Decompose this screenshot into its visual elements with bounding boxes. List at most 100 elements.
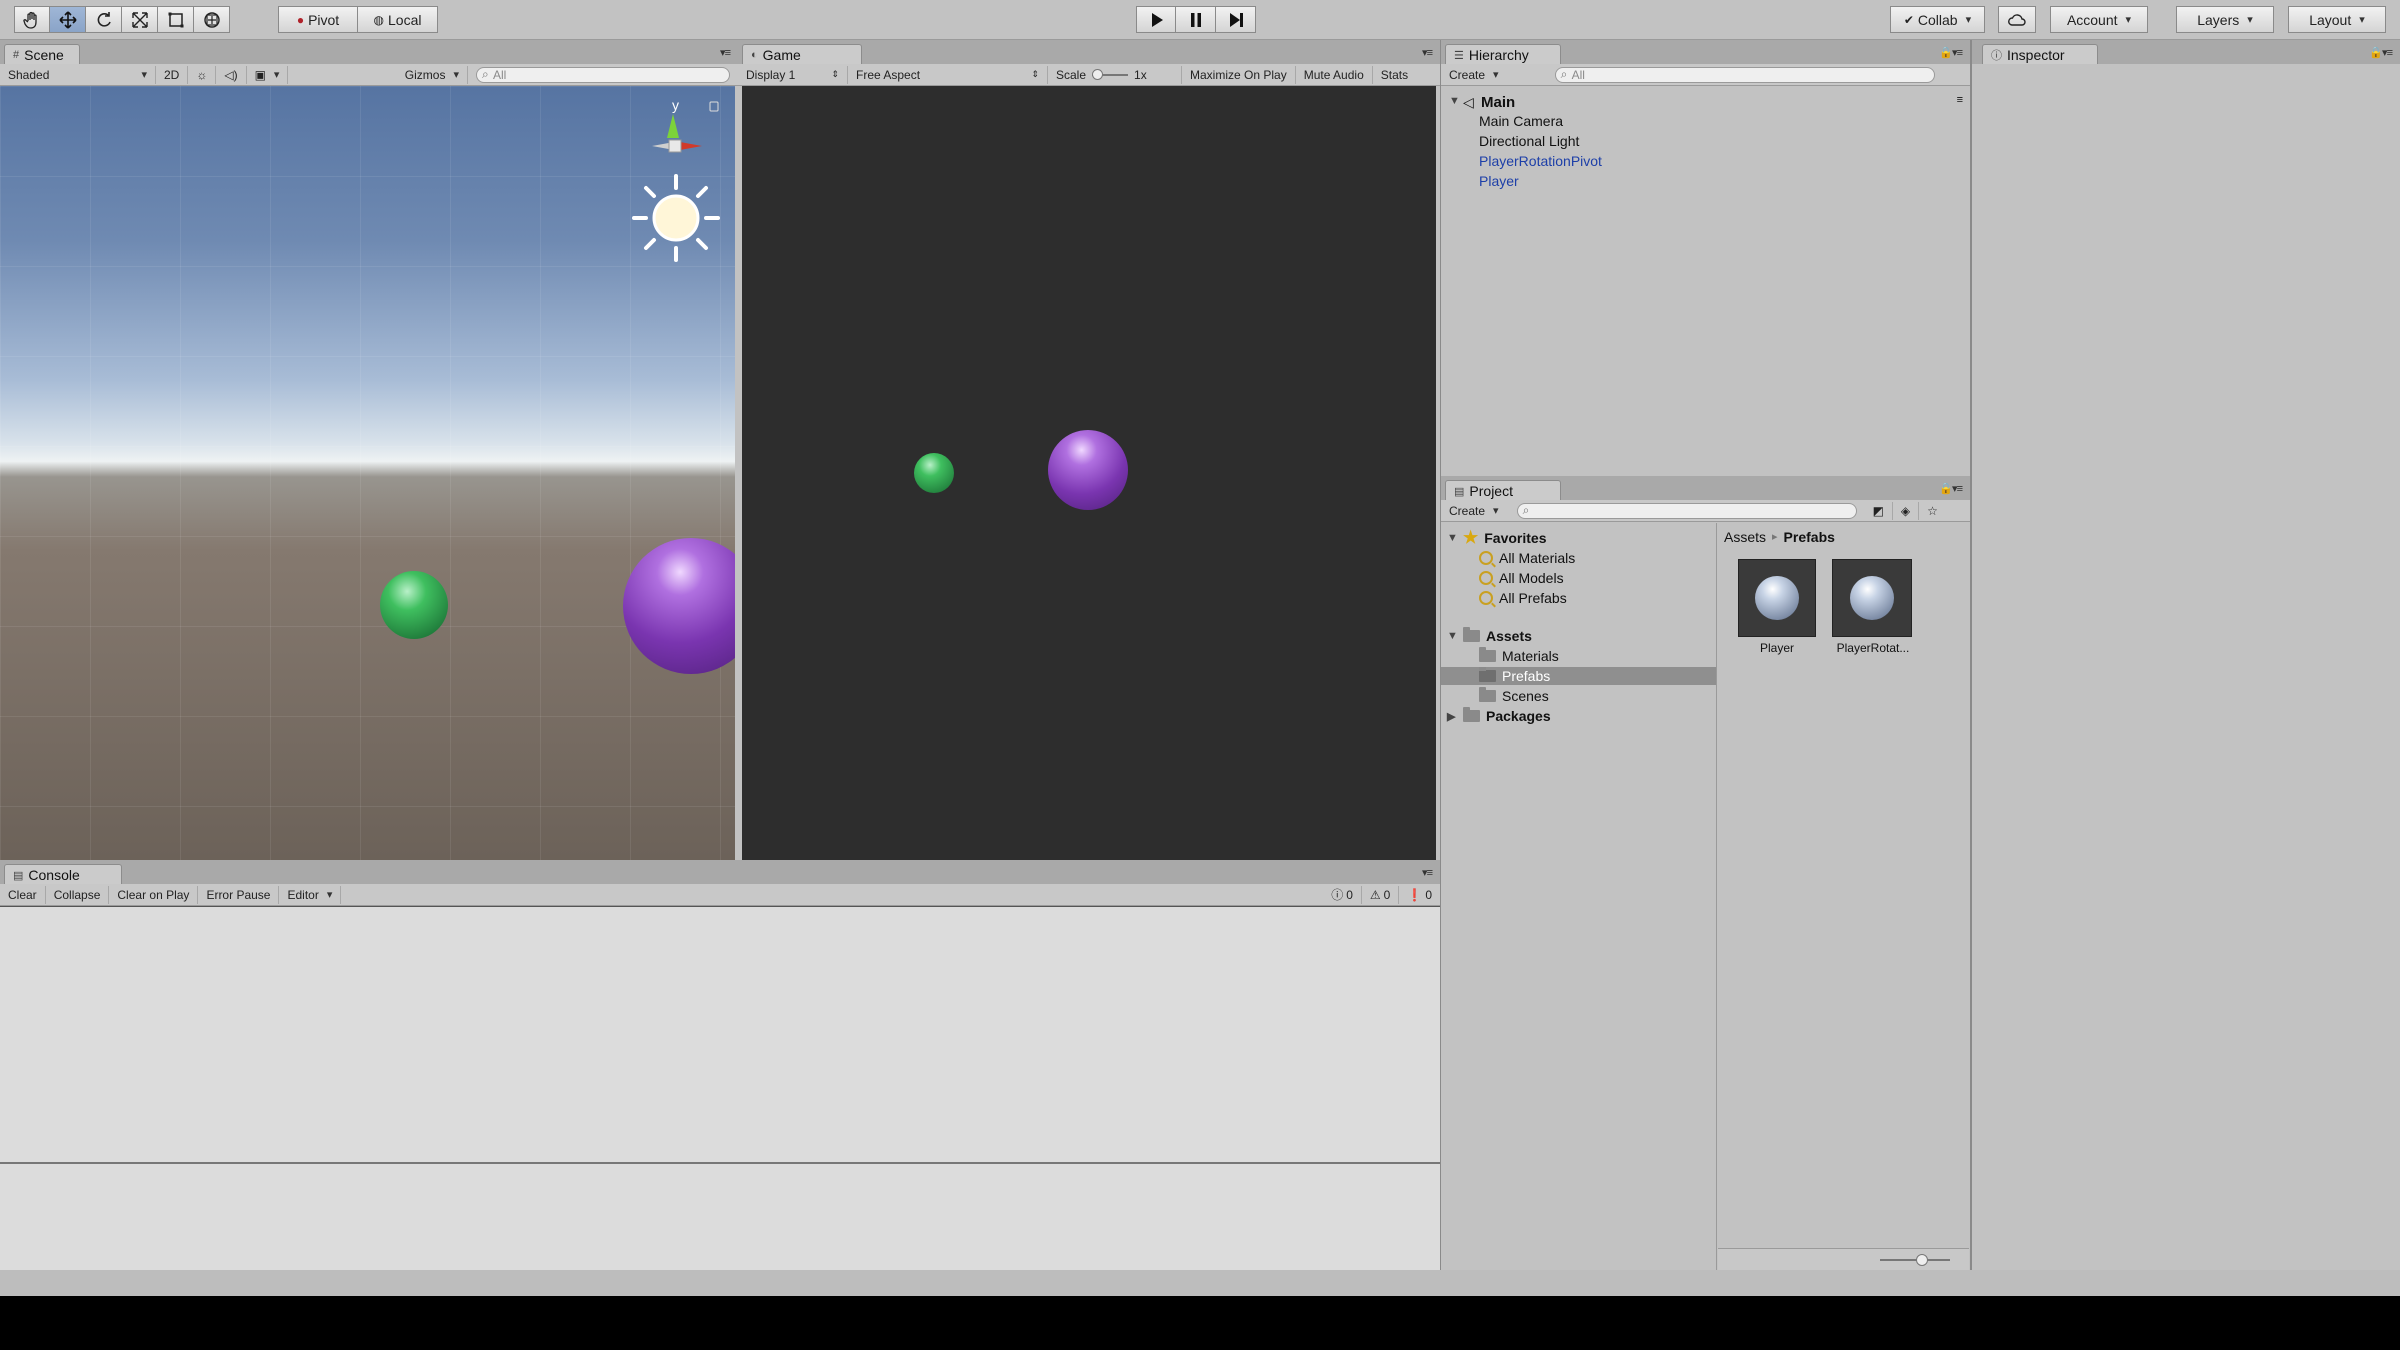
- transform-tool-button[interactable]: [194, 6, 230, 33]
- packages-row[interactable]: ▶ Packages: [1447, 707, 1551, 725]
- folder-icon: [1479, 687, 1496, 702]
- folder-item-scenes[interactable]: Scenes: [1479, 687, 1549, 705]
- gizmos-dropdown[interactable]: Gizmos: [397, 65, 468, 84]
- asset-item-player-rotation-pivot[interactable]: PlayerRotat...: [1832, 559, 1914, 655]
- layers-dropdown[interactable]: Layers: [2176, 6, 2274, 33]
- tab-hierarchy[interactable]: ☰ Hierarchy: [1445, 44, 1561, 64]
- console-error-count: 0: [1425, 887, 1432, 902]
- favorite-star-button[interactable]: ☆: [1919, 502, 1946, 520]
- console-editor-dropdown[interactable]: Editor: [279, 885, 342, 904]
- transform-combined-icon: [203, 11, 220, 28]
- project-panel-menu-icon[interactable]: 🔒▾≡: [1939, 482, 1963, 495]
- favorite-item-all-models[interactable]: All Models: [1479, 569, 1564, 587]
- mute-audio-toggle[interactable]: Mute Audio: [1296, 65, 1373, 84]
- hierarchy-search-input[interactable]: All: [1554, 66, 1935, 83]
- letterbox-bar: [0, 1296, 2400, 1350]
- mode-2d-toggle[interactable]: 2D: [156, 65, 189, 84]
- assets-expand-icon[interactable]: ▼: [1447, 630, 1458, 642]
- scene-orientation-gizmo[interactable]: y: [628, 96, 728, 186]
- asset-size-slider[interactable]: [1880, 1254, 1950, 1266]
- console-error-pause-toggle[interactable]: Error Pause: [198, 885, 280, 904]
- scene-expand-icon[interactable]: ▼: [1449, 95, 1460, 107]
- hierarchy-item-main-camera[interactable]: Main Camera: [1479, 113, 1563, 129]
- lighting-toggle[interactable]: ☼: [188, 65, 217, 84]
- console-detail-area[interactable]: [0, 1162, 1440, 1270]
- scene-options-icon[interactable]: ≡: [1957, 94, 1963, 106]
- favorite-item-all-prefabs[interactable]: All Prefabs: [1479, 589, 1567, 607]
- effects-dropdown[interactable]: ▣: [247, 65, 289, 84]
- collab-button[interactable]: ✔ Collab: [1890, 6, 1985, 33]
- hand-tool-button[interactable]: [14, 6, 50, 33]
- maximize-on-play-toggle[interactable]: Maximize On Play: [1182, 65, 1296, 84]
- tab-project[interactable]: ▤ Project: [1445, 480, 1561, 500]
- hierarchy-item-directional-light[interactable]: Directional Light: [1479, 133, 1579, 149]
- tab-inspector[interactable]: ⓘ Inspector: [1982, 44, 2098, 64]
- pivot-button[interactable]: ● Pivot: [278, 6, 358, 33]
- play-button[interactable]: [1136, 6, 1176, 33]
- pause-button[interactable]: [1176, 6, 1216, 33]
- asset-size-slider-thumb[interactable]: [1916, 1254, 1928, 1266]
- scale-tool-button[interactable]: [122, 6, 158, 33]
- scene-panel-menu-icon[interactable]: ▾≡: [720, 46, 731, 59]
- pivot-toggle-group: ● Pivot ◍ Local: [278, 6, 438, 33]
- packages-expand-icon[interactable]: ▶: [1447, 710, 1457, 723]
- rotate-tool-button[interactable]: [86, 6, 122, 33]
- scale-label: Scale: [1056, 67, 1087, 82]
- folder-item-prefabs[interactable]: Prefabs: [1441, 667, 1716, 685]
- favorites-row[interactable]: ▼ ★ Favorites: [1447, 528, 1547, 547]
- shading-mode-dropdown[interactable]: Shaded: [0, 65, 156, 84]
- scene-green-sphere[interactable]: [380, 571, 448, 639]
- game-viewport[interactable]: [742, 86, 1436, 860]
- hierarchy-create-dropdown[interactable]: Create: [1441, 66, 1507, 84]
- asset-item-player[interactable]: Player: [1738, 559, 1816, 655]
- console-clear-on-play-toggle[interactable]: Clear on Play: [109, 885, 199, 904]
- breadcrumb-prefabs[interactable]: Prefabs: [1784, 529, 1835, 546]
- console-panel-menu-icon[interactable]: ▾≡: [1422, 866, 1433, 879]
- project-search-input[interactable]: [1516, 502, 1857, 519]
- hierarchy-item-player-rotation-pivot[interactable]: PlayerRotationPivot: [1479, 153, 1602, 169]
- stats-toggle[interactable]: Stats: [1373, 66, 1409, 84]
- console-log-list[interactable]: [0, 906, 1440, 1162]
- account-dropdown[interactable]: Account: [2050, 6, 2148, 33]
- tab-game[interactable]: ◐ Game: [742, 44, 862, 64]
- filter-by-label-button[interactable]: ◈: [1893, 501, 1920, 520]
- hierarchy-scene-row[interactable]: ▼ ◁ Main ≡: [1441, 92, 1969, 112]
- display-dropdown[interactable]: Display 1 ⇕: [738, 65, 848, 84]
- hierarchy-panel-menu-icon[interactable]: 🔒▾≡: [1939, 46, 1963, 59]
- inspector-panel-menu-icon[interactable]: 🔒▾≡: [2369, 46, 2393, 59]
- rect-tool-button[interactable]: [158, 6, 194, 33]
- cloud-button[interactable]: [1998, 6, 2036, 33]
- tab-console[interactable]: ▤ Console: [4, 864, 122, 884]
- hierarchy-item-player[interactable]: Player: [1479, 173, 1519, 189]
- search-favorite-icon: [1479, 571, 1493, 585]
- scale-slider-thumb[interactable]: [1092, 68, 1104, 80]
- scene-viewport[interactable]: y: [0, 86, 735, 860]
- audio-toggle[interactable]: ◁): [216, 65, 247, 84]
- favorite-item-all-materials[interactable]: All Materials: [1479, 549, 1575, 567]
- tab-scene[interactable]: # Scene: [4, 44, 80, 64]
- folder-item-materials[interactable]: Materials: [1479, 647, 1559, 665]
- layout-dropdown[interactable]: Layout: [2288, 6, 2386, 33]
- console-info-toggle[interactable]: ⓘ 0: [1323, 885, 1362, 904]
- console-error-toggle[interactable]: ❗ 0: [1399, 886, 1440, 904]
- favorites-label: Favorites: [1484, 530, 1547, 546]
- console-collapse-toggle[interactable]: Collapse: [46, 885, 110, 904]
- step-button[interactable]: [1216, 6, 1256, 33]
- favorites-expand-icon[interactable]: ▼: [1447, 532, 1458, 544]
- project-create-dropdown[interactable]: Create: [1441, 502, 1507, 520]
- folder-icon: [1479, 667, 1496, 682]
- local-button[interactable]: ◍ Local: [358, 6, 438, 33]
- aspect-dropdown[interactable]: Free Aspect ⇕: [848, 65, 1048, 84]
- console-clear-button[interactable]: Clear: [0, 885, 46, 904]
- assets-row[interactable]: ▼ Assets: [1447, 627, 1532, 645]
- breadcrumb-assets[interactable]: Assets: [1724, 529, 1766, 546]
- scale-slider-track[interactable]: [1092, 68, 1129, 80]
- hierarchy-toolbar: Create All: [1441, 64, 1970, 86]
- scene-search-input[interactable]: All: [476, 66, 730, 83]
- gizmo-lock-icon[interactable]: [709, 101, 719, 112]
- scale-slider[interactable]: Scale 1x: [1048, 65, 1182, 84]
- move-tool-button[interactable]: [50, 6, 86, 33]
- game-panel-menu-icon[interactable]: ▾≡: [1422, 46, 1433, 59]
- console-warning-toggle[interactable]: ⚠ 0: [1362, 885, 1400, 904]
- filter-by-type-button[interactable]: ◩: [1865, 501, 1893, 520]
